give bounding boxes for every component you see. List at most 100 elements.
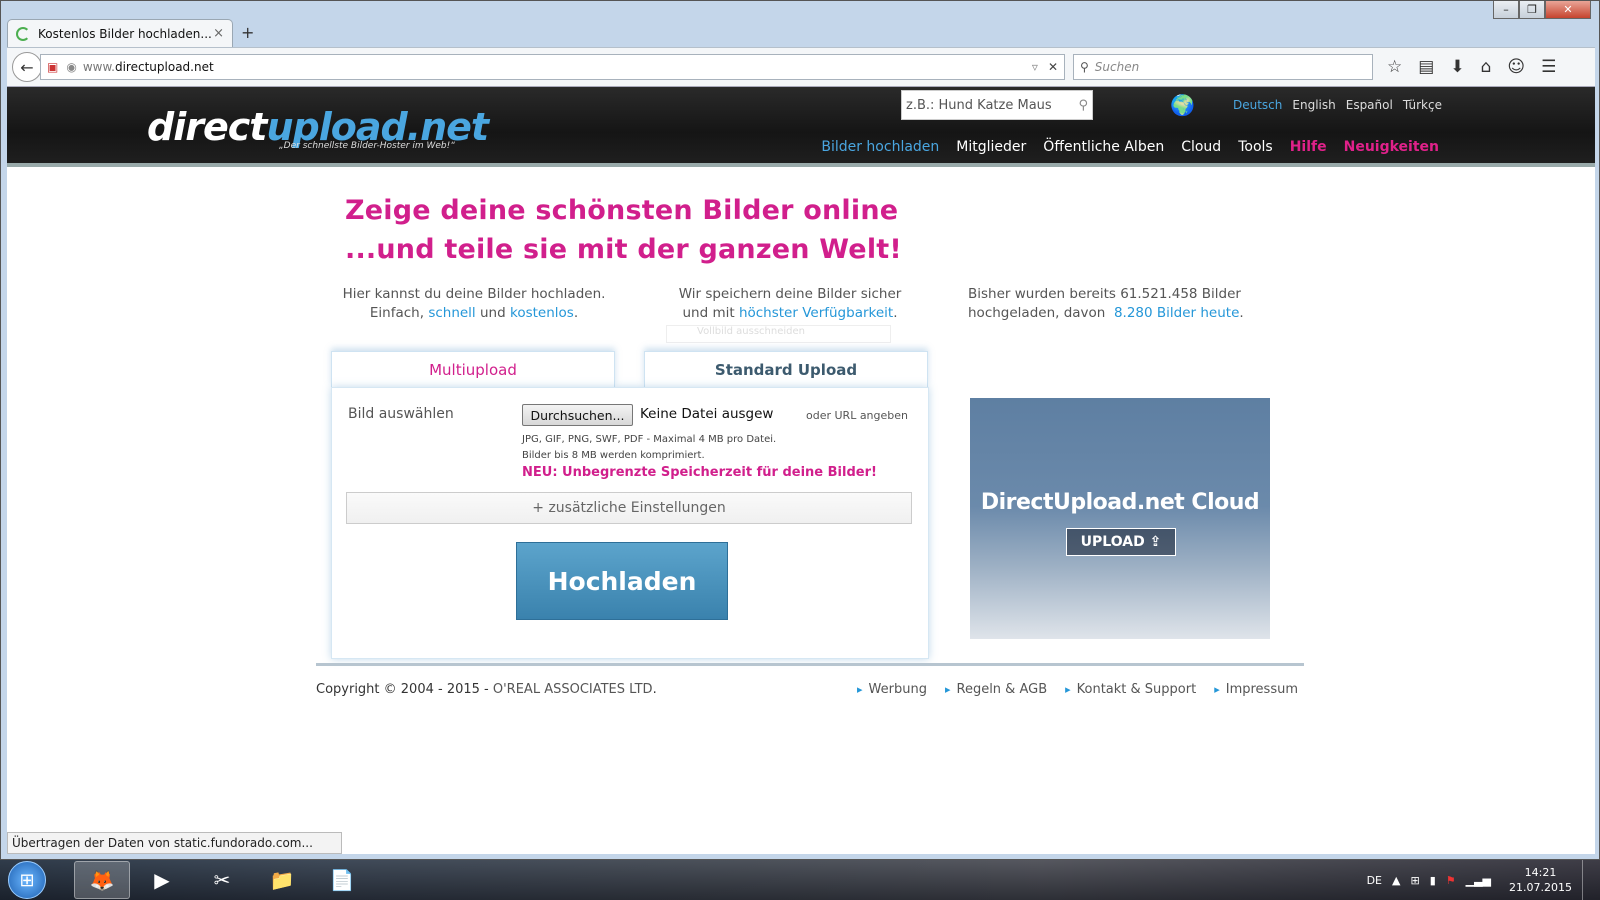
lang-turkce[interactable]: Türkçe — [1403, 98, 1442, 112]
image-count: 61.521.458 — [1120, 286, 1198, 302]
link-verfuegbarkeit[interactable]: höchster Verfügbarkeit — [739, 305, 893, 321]
nav-oeffentliche-alben[interactable]: Öffentliche Alben — [1043, 139, 1164, 155]
windows-flag-icon[interactable]: ⊞ — [1410, 874, 1419, 887]
site-search-input[interactable]: z.B.: Hund Katze Maus ⚲ — [901, 90, 1093, 120]
browser-window: – ❐ ✕ Kostenlos Bilder hochladen... × + … — [0, 0, 1600, 860]
link-kostenlos[interactable]: kostenlos — [510, 305, 574, 321]
explorer-taskbar-icon[interactable]: 📁 — [254, 861, 310, 899]
lang-english[interactable]: English — [1292, 98, 1335, 112]
link-bilder-heute[interactable]: 8.280 Bilder heute — [1114, 305, 1239, 321]
firefox-taskbar-icon[interactable]: 🦊 — [74, 861, 130, 899]
footer: Copyright © 2004 - 2015 - O'REAL ASSOCIA… — [316, 663, 1304, 697]
search-icon: ⚲ — [1080, 60, 1089, 74]
file-info: JPG, GIF, PNG, SWF, PDF - Maximal 4 MB p… — [522, 432, 776, 464]
menu-icon[interactable]: ☰ — [1541, 57, 1556, 77]
headline-line-1: Zeige deine schönsten Bilder online — [345, 195, 899, 226]
browse-button[interactable]: Durchsuchen... — [522, 404, 633, 426]
nav-tools[interactable]: Tools — [1238, 139, 1273, 155]
language-switcher: Deutsch English Español Türkçe — [1233, 98, 1442, 112]
ghost-tooltip: Vollbild ausschneiden — [666, 325, 891, 343]
headline: Zeige deine schönsten Bilder online ...u… — [345, 191, 902, 269]
action-center-icon[interactable]: ⚑ — [1446, 874, 1456, 887]
upload-panel: Bild auswählen Durchsuchen... Keine Date… — [331, 387, 929, 659]
site-info-icon[interactable]: ◉ — [66, 60, 76, 74]
site-search-placeholder: z.B.: Hund Katze Maus — [906, 97, 1052, 113]
close-window-button[interactable]: ✕ — [1545, 1, 1591, 19]
link-schnell[interactable]: schnell — [428, 305, 475, 321]
copyright: Copyright © 2004 - 2015 - O'REAL ASSOCIA… — [316, 682, 657, 697]
clock[interactable]: 14:21 21.07.2015 — [1509, 865, 1572, 895]
clock-date: 21.07.2015 — [1509, 881, 1572, 894]
intro-column-3: Bisher wurden bereits 61.521.458 Bilder … — [968, 285, 1252, 323]
company-link[interactable]: O'REAL ASSOCIATES LTD — [493, 682, 653, 697]
nav-cloud[interactable]: Cloud — [1181, 139, 1221, 155]
tab-multiupload[interactable]: Multiupload — [331, 351, 615, 387]
intro-column-1: Hier kannst du deine Bilder hochladen. E… — [340, 285, 608, 323]
footer-link-kontakt[interactable]: Kontakt & Support — [1065, 682, 1197, 697]
upload-button[interactable]: Hochladen — [516, 542, 728, 620]
footer-link-werbung[interactable]: Werbung — [857, 682, 927, 697]
tab-standard-upload[interactable]: Standard Upload — [644, 351, 928, 387]
toolbar-icons: ☆ ▤ ⬇ ⌂ ☺ ☰ — [1387, 57, 1556, 77]
window-controls: – ❐ ✕ — [1493, 1, 1591, 21]
media-player-taskbar-icon[interactable]: ▶ — [134, 861, 190, 899]
maximize-button[interactable]: ❐ — [1519, 1, 1545, 19]
cloud-ad-title: DirectUpload.net Cloud — [980, 490, 1260, 515]
navigation-toolbar: ← ▣ ◉ www.directupload.net ▿ ✕ ⚲ Suchen … — [7, 47, 1595, 87]
network-icon[interactable]: ▁▃▅ — [1466, 874, 1491, 887]
search-placeholder: Suchen — [1094, 60, 1140, 74]
url-text[interactable]: www.directupload.net — [83, 60, 1032, 74]
notepad-taskbar-icon[interactable]: 📄 — [314, 861, 370, 899]
nav-bilder-hochladen[interactable]: Bilder hochladen — [821, 139, 939, 155]
nav-mitglieder[interactable]: Mitglieder — [956, 139, 1026, 155]
download-icon[interactable]: ⬇ — [1450, 57, 1464, 77]
new-tab-button[interactable]: + — [241, 23, 254, 42]
tray-expand-icon[interactable]: ▲ — [1392, 874, 1400, 887]
nav-neuigkeiten[interactable]: Neuigkeiten — [1344, 139, 1439, 155]
promo-text: NEU: Unbegrenzte Speicherzeit für deine … — [522, 465, 877, 480]
file-info-line-1: JPG, GIF, PNG, SWF, PDF - Maximal 4 MB p… — [522, 434, 777, 445]
url-bar[interactable]: ▣ ◉ www.directupload.net ▿ ✕ — [40, 54, 1065, 80]
stop-icon[interactable]: ✕ — [1048, 60, 1058, 74]
tab-close-icon[interactable]: × — [213, 26, 224, 41]
intro-2-line-2: und mit höchster Verfügbarkeit. — [682, 305, 898, 321]
upload-tabs: Multiupload Standard Upload — [331, 351, 929, 387]
battery-icon[interactable]: ▮ — [1430, 874, 1436, 887]
additional-settings-button[interactable]: + zusätzliche Einstellungen — [346, 492, 912, 524]
nav-hilfe[interactable]: Hilfe — [1290, 139, 1327, 155]
cloud-upload-button[interactable]: UPLOAD ⇪ — [1066, 528, 1176, 556]
language-indicator[interactable]: DE — [1367, 874, 1382, 887]
browser-search-input[interactable]: ⚲ Suchen — [1073, 54, 1373, 80]
reading-list-icon[interactable]: ▤ — [1418, 57, 1434, 77]
bookmark-star-icon[interactable]: ☆ — [1387, 57, 1402, 77]
intro-3-line-1: Bisher wurden bereits 61.521.458 Bilder — [968, 286, 1241, 302]
addon-icon[interactable]: ▣ — [47, 60, 58, 74]
web-page: directupload.net „Der schnellste Bilder-… — [7, 87, 1595, 854]
snipping-tool-taskbar-icon[interactable]: ✂ — [194, 861, 250, 899]
intro-1-line-2: Einfach, schnell und kostenlos. — [369, 305, 579, 321]
taskbar: ⊞ 🦊 ▶ ✂ 📁 📄 DE ▲ ⊞ ▮ ⚑ ▁▃▅ 14:21 21.07.2… — [0, 860, 1600, 900]
url-option-link[interactable]: oder URL angeben — [806, 409, 908, 422]
footer-link-impressum[interactable]: Impressum — [1214, 682, 1298, 697]
cloud-ad-banner[interactable]: DirectUpload.net Cloud UPLOAD ⇪ — [970, 398, 1270, 639]
footer-links: Werbung Regeln & AGB Kontakt & Support I… — [857, 682, 1298, 697]
upload-icon: ⇪ — [1149, 534, 1162, 550]
tab-directupload[interactable]: Kostenlos Bilder hochladen... × — [7, 19, 233, 47]
back-button[interactable]: ← — [12, 52, 42, 82]
dropdown-arrow-icon[interactable]: ▿ — [1032, 60, 1038, 74]
site-search-icon[interactable]: ⚲ — [1078, 98, 1088, 113]
world-map-icon: 🌍 — [1170, 93, 1195, 117]
footer-link-regeln[interactable]: Regeln & AGB — [945, 682, 1048, 697]
chat-icon[interactable]: ☺ — [1507, 57, 1525, 77]
home-icon[interactable]: ⌂ — [1481, 57, 1492, 77]
headline-line-2: ...und teile sie mit der ganzen Welt! — [345, 234, 902, 265]
system-tray: DE ▲ ⊞ ▮ ⚑ ▁▃▅ 14:21 21.07.2015 — [1367, 860, 1600, 900]
show-desktop-button[interactable] — [1582, 860, 1592, 900]
intro-1-line-1: Hier kannst du deine Bilder hochladen. — [342, 286, 606, 302]
minimize-button[interactable]: – — [1493, 1, 1519, 19]
start-button[interactable]: ⊞ — [8, 861, 46, 899]
status-bar: Übertragen der Daten von static.fundorad… — [7, 832, 342, 854]
lang-deutsch[interactable]: Deutsch — [1233, 98, 1282, 112]
file-info-line-2: Bilder bis 8 MB werden komprimiert. — [522, 450, 705, 461]
lang-espanol[interactable]: Español — [1346, 98, 1393, 112]
